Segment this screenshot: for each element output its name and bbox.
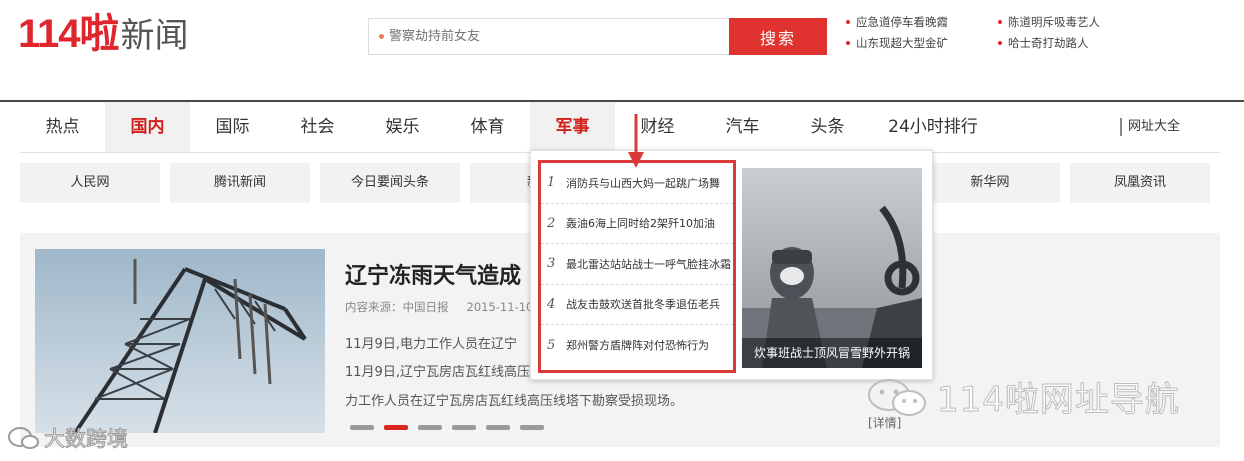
wechat-icon (868, 378, 926, 416)
search-box (368, 18, 730, 55)
slide-dot[interactable] (350, 425, 374, 430)
slide-dot[interactable] (452, 425, 476, 430)
chat-bubble-icon (8, 427, 39, 449)
list-item[interactable]: 4 战友击鼓欢送首批冬季退伍老兵 (541, 285, 733, 325)
featured-story-image[interactable] (35, 249, 325, 433)
slide-dot[interactable] (486, 425, 510, 430)
site-button[interactable]: 腾讯新闻 (170, 163, 310, 203)
slide-dot[interactable] (520, 425, 544, 430)
hot-link-label: 陈道明斥吸毒艺人 (1008, 15, 1100, 29)
watermark-right: 114啦网址导航 (865, 372, 1180, 421)
nav-item-24h-ranking[interactable]: 24小时排行 (878, 102, 988, 152)
list-item-title: 战友击鼓欢送首批冬季退伍老兵 (566, 298, 720, 312)
search-input[interactable] (389, 29, 709, 44)
nav-item-society[interactable]: 社会 (275, 102, 360, 152)
site-button[interactable]: 新华网 (920, 163, 1060, 203)
featured-summary-line: 11月9日,电力工作人员在辽宁 (345, 337, 517, 352)
hot-link-label: 应急道停车看晚霞 (856, 15, 948, 29)
list-item-number: 1 (547, 175, 556, 191)
page: { "header": { "logo_number": "114啦", "lo… (0, 0, 1244, 461)
nav-item-international[interactable]: 国际 (190, 102, 275, 152)
list-item-number: 2 (547, 215, 556, 231)
list-item-number: 4 (547, 296, 556, 312)
featured-source: 内容来源：中国日报 (345, 300, 449, 314)
nav-sites-link[interactable]: 网址大全 (1120, 118, 1180, 136)
site-button[interactable]: 今日要闻头条 (320, 163, 460, 203)
featured-headline[interactable]: 辽宁冻雨天气造成 (345, 258, 521, 290)
featured-summary-line: 11月9日,辽宁瓦房店瓦红线高压 (345, 365, 530, 380)
nav-item-sports[interactable]: 体育 (445, 102, 530, 152)
annotation-arrow-icon (628, 114, 644, 168)
slide-dot[interactable] (384, 425, 408, 430)
search-dot-icon (379, 34, 384, 39)
nav-item-domestic[interactable]: 国内 (105, 102, 190, 152)
site-logo[interactable]: 114啦 新闻 (18, 12, 189, 56)
site-button[interactable]: 人民网 (20, 163, 160, 203)
search-button[interactable]: 搜索 (729, 18, 827, 55)
military-news-list: 1 消防兵与山西大妈一起跳广场舞 2 轰油6海上同时给2架歼10加油 3 最北雷… (538, 160, 736, 373)
nav-item-entertainment[interactable]: 娱乐 (360, 102, 445, 152)
hot-link[interactable]: 哈士奇打劫路人 (998, 35, 1146, 51)
hot-links: 应急道停车看晚霞 陈道明斥吸毒艺人 山东现超大型金矿 哈士奇打劫路人 (846, 14, 1146, 51)
list-item-number: 3 (547, 256, 556, 272)
featured-date: 2015-11-10 (466, 300, 534, 314)
nav-item-headlines[interactable]: 头条 (785, 102, 870, 152)
bullet-icon (846, 41, 850, 45)
featured-meta: 内容来源：中国日报 2015-11-10 (345, 299, 533, 315)
watermark-right-text: 114啦网址导航 (937, 380, 1180, 421)
list-item[interactable]: 3 最北雷达站站战士一呼气脸挂冰霜 (541, 244, 733, 285)
logo-number: 114啦 (18, 12, 120, 56)
military-image-caption: 炊事班战士顶风冒雪野外开锅 (742, 338, 922, 368)
hot-link-label: 山东现超大型金矿 (856, 36, 948, 50)
watermark-left-text: 大数跨境 (44, 427, 129, 452)
list-item-title: 轰油6海上同时给2架歼10加油 (566, 217, 715, 231)
list-item[interactable]: 5 郑州警方盾牌阵对付恐怖行为 (541, 325, 733, 366)
watermark-left: 大数跨境 (6, 423, 129, 453)
bullet-icon (846, 20, 850, 24)
slide-dot[interactable] (418, 425, 442, 430)
bullet-icon (998, 20, 1002, 24)
nav-item-hot[interactable]: 热点 (20, 102, 105, 152)
hot-link[interactable]: 应急道停车看晚霞 (846, 14, 994, 30)
list-item-title: 最北雷达站站战士一呼气脸挂冰霜 (566, 257, 731, 271)
list-item-number: 5 (547, 337, 556, 353)
nav-item-military[interactable]: 军事 (530, 102, 615, 152)
hot-link[interactable]: 山东现超大型金矿 (846, 35, 994, 51)
list-item-title: 郑州警方盾牌阵对付恐怖行为 (566, 339, 709, 353)
list-item-title: 消防兵与山西大妈一起跳广场舞 (566, 176, 720, 190)
hot-link[interactable]: 陈道明斥吸毒艺人 (998, 14, 1146, 30)
nav-item-auto[interactable]: 汽车 (700, 102, 785, 152)
main-nav: 热点 国内 国际 社会 娱乐 体育 军事 财经 汽车 头条 24小时排行 (20, 102, 988, 152)
featured-summary-line: 力工作人员在辽宁瓦房店瓦红线高压线塔下勘察受损现场。 (345, 394, 684, 409)
bullet-icon (998, 41, 1002, 45)
list-item[interactable]: 2 轰油6海上同时给2架歼10加油 (541, 204, 733, 244)
site-button[interactable]: 凤凰资讯 (1070, 163, 1210, 203)
hot-link-label: 哈士奇打劫路人 (1008, 36, 1089, 50)
slide-indicators (350, 425, 544, 430)
logo-text: 新闻 (120, 16, 189, 56)
